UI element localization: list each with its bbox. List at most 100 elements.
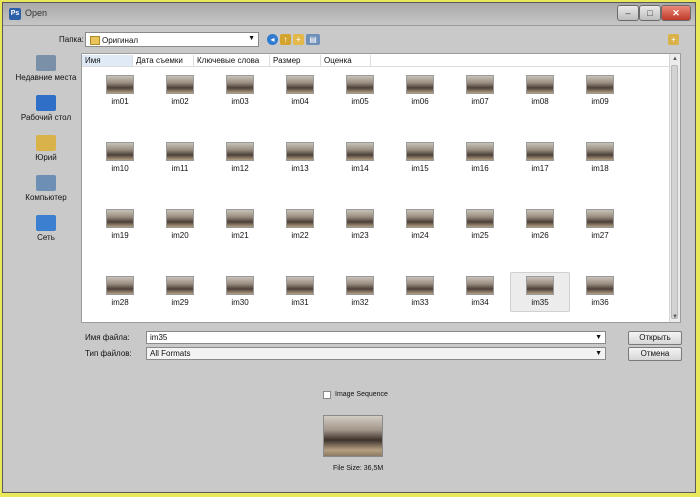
thumbnail-image bbox=[346, 276, 374, 295]
file-list[interactable]: Имя Дата съемки Ключевые слова Размер Оц… bbox=[81, 53, 681, 323]
place-2[interactable]: Юрий bbox=[13, 135, 79, 173]
file-item[interactable]: im31 bbox=[270, 273, 330, 313]
column-date[interactable]: Дата съемки bbox=[133, 55, 194, 66]
thumbnail-image bbox=[346, 75, 374, 94]
image-sequence-checkbox[interactable] bbox=[323, 391, 331, 399]
open-button[interactable]: Открыть bbox=[628, 331, 682, 345]
filename-input[interactable]: im35 ▼ bbox=[146, 331, 606, 344]
file-name: im17 bbox=[531, 164, 549, 173]
file-name: im03 bbox=[231, 97, 249, 106]
chevron-down-icon[interactable]: ▼ bbox=[595, 332, 602, 343]
file-name: im19 bbox=[111, 231, 129, 240]
file-item[interactable]: im11 bbox=[150, 139, 210, 179]
file-item[interactable]: im03 bbox=[210, 72, 270, 112]
file-item[interactable]: im14 bbox=[330, 139, 390, 179]
thumbnail-image bbox=[286, 142, 314, 161]
file-item[interactable]: im23 bbox=[330, 206, 390, 246]
file-item[interactable]: im16 bbox=[450, 139, 510, 179]
file-item[interactable]: im07 bbox=[450, 72, 510, 112]
thumbnail-image bbox=[346, 209, 374, 228]
file-name: im11 bbox=[171, 164, 189, 173]
maximize-button[interactable]: □ bbox=[639, 5, 661, 21]
up-folder-icon[interactable]: ↑ bbox=[280, 34, 291, 45]
file-item[interactable]: im21 bbox=[210, 206, 270, 246]
back-icon[interactable]: ◂ bbox=[267, 34, 278, 45]
filetype-label: Тип файлов: bbox=[85, 349, 132, 358]
file-item[interactable]: im02 bbox=[150, 72, 210, 112]
file-name: im24 bbox=[411, 231, 429, 240]
scroll-down-icon[interactable]: ▼ bbox=[670, 312, 680, 322]
file-item[interactable]: im24 bbox=[390, 206, 450, 246]
image-sequence-label: Image Sequence bbox=[335, 391, 388, 398]
thumbnail-image bbox=[586, 75, 614, 94]
file-item[interactable]: im12 bbox=[210, 139, 270, 179]
file-name: im36 bbox=[591, 298, 609, 307]
file-item[interactable]: im25 bbox=[450, 206, 510, 246]
filename-value: im35 bbox=[150, 333, 168, 342]
file-item[interactable]: im29 bbox=[150, 273, 210, 313]
place-label: Недавние места bbox=[15, 73, 77, 82]
view-menu-icon[interactable]: ▤ bbox=[306, 34, 320, 45]
file-item[interactable]: im20 bbox=[150, 206, 210, 246]
file-name: im35 bbox=[531, 298, 549, 307]
column-name[interactable]: Имя bbox=[82, 55, 133, 66]
thumbnail-image bbox=[226, 75, 254, 94]
file-name: im14 bbox=[351, 164, 369, 173]
file-item[interactable]: im08 bbox=[510, 72, 570, 112]
filetype-dropdown[interactable]: All Formats ▼ bbox=[146, 347, 606, 360]
file-item[interactable]: im28 bbox=[90, 273, 150, 313]
thumbnail-image bbox=[346, 142, 374, 161]
file-item[interactable]: im19 bbox=[90, 206, 150, 246]
column-rating[interactable]: Оценка bbox=[321, 55, 371, 66]
filetype-row: Тип файлов: All Formats ▼ bbox=[3, 347, 695, 361]
file-item[interactable]: im18 bbox=[570, 139, 630, 179]
vertical-scrollbar[interactable]: ▲ ▼ bbox=[669, 54, 680, 322]
file-item[interactable]: im04 bbox=[270, 72, 330, 112]
file-item[interactable]: im26 bbox=[510, 206, 570, 246]
title-bar[interactable]: Ps Open – □ ✕ bbox=[3, 3, 695, 26]
file-item[interactable]: im36 bbox=[570, 273, 630, 313]
file-item[interactable]: im35 bbox=[510, 272, 570, 312]
file-name: im12 bbox=[231, 164, 249, 173]
column-headers: Имя Дата съемки Ключевые слова Размер Оц… bbox=[82, 54, 672, 67]
file-item[interactable]: im06 bbox=[390, 72, 450, 112]
file-item[interactable]: im10 bbox=[90, 139, 150, 179]
file-item[interactable]: im15 bbox=[390, 139, 450, 179]
file-item[interactable]: im05 bbox=[330, 72, 390, 112]
place-1[interactable]: Рабочий стол bbox=[13, 95, 79, 133]
file-item[interactable]: im09 bbox=[570, 72, 630, 112]
scroll-up-icon[interactable]: ▲ bbox=[670, 54, 680, 64]
new-folder-icon[interactable]: + bbox=[293, 34, 304, 45]
folder-dropdown[interactable]: Оригинал ▼ bbox=[85, 32, 259, 47]
file-item[interactable]: im27 bbox=[570, 206, 630, 246]
file-item[interactable]: im13 bbox=[270, 139, 330, 179]
file-name: im16 bbox=[471, 164, 489, 173]
thumbnail-image bbox=[586, 276, 614, 295]
file-item[interactable]: im22 bbox=[270, 206, 330, 246]
file-name: im21 bbox=[231, 231, 249, 240]
file-item[interactable]: im30 bbox=[210, 273, 270, 313]
image-preview bbox=[323, 415, 383, 457]
network-icon bbox=[36, 215, 56, 231]
folder-toolbar: Папка: Оригинал ▼ ◂ ↑ + ▤ + bbox=[3, 31, 695, 49]
cancel-button[interactable]: Отмена bbox=[628, 347, 682, 361]
column-size[interactable]: Размер bbox=[270, 55, 321, 66]
file-item[interactable]: im01 bbox=[90, 72, 150, 112]
column-keywords[interactable]: Ключевые слова bbox=[194, 55, 270, 66]
file-item[interactable]: im34 bbox=[450, 273, 510, 313]
minimize-button[interactable]: – bbox=[617, 5, 639, 21]
thumbnail-image bbox=[166, 209, 194, 228]
filename-row: Имя файла: im35 ▼ bbox=[3, 331, 695, 345]
file-item[interactable]: im32 bbox=[330, 273, 390, 313]
file-name: im08 bbox=[531, 97, 549, 106]
file-item[interactable]: im17 bbox=[510, 139, 570, 179]
place-label: Сеть bbox=[37, 233, 55, 242]
file-item[interactable]: im33 bbox=[390, 273, 450, 313]
place-3[interactable]: Компьютер bbox=[13, 175, 79, 213]
place-4[interactable]: Сеть bbox=[13, 215, 79, 253]
close-button[interactable]: ✕ bbox=[661, 5, 691, 21]
place-0[interactable]: Недавние места bbox=[13, 55, 79, 93]
new-folder-right-icon[interactable]: + bbox=[668, 34, 679, 45]
scroll-thumb[interactable] bbox=[671, 65, 678, 319]
file-name: im28 bbox=[111, 298, 129, 307]
